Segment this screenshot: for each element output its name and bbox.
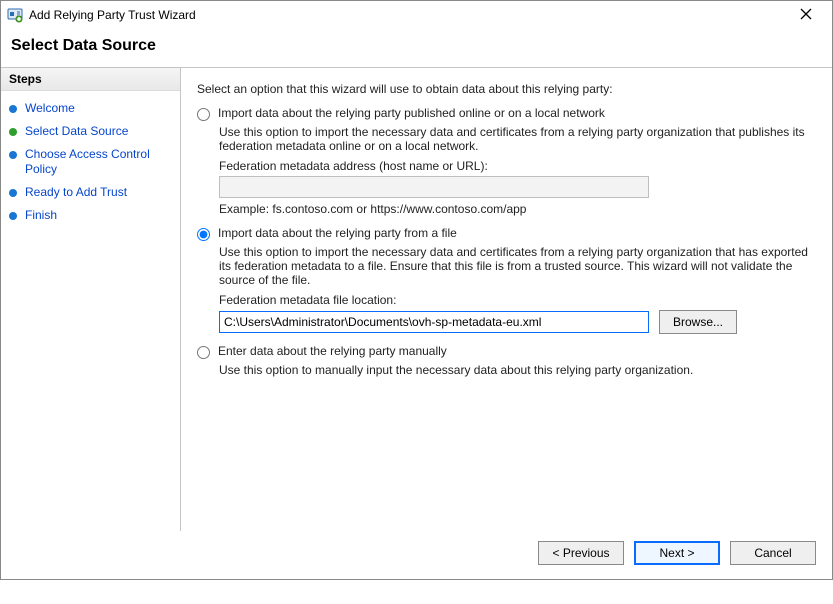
step-label: Select Data Source — [25, 124, 128, 139]
close-icon — [800, 7, 812, 23]
radio-import-file[interactable] — [197, 228, 210, 241]
option-label: Import data about the relying party from… — [218, 226, 457, 240]
page-title: Select Data Source — [11, 37, 822, 55]
step-label: Ready to Add Trust — [25, 185, 127, 200]
title-bar: Add Relying Party Trust Wizard — [1, 1, 832, 29]
option-import-file: Import data about the relying party from… — [197, 226, 816, 334]
option-manual: Enter data about the relying party manua… — [197, 344, 816, 377]
step-choose-access-control[interactable]: Choose Access Control Policy — [1, 143, 180, 181]
previous-button[interactable]: < Previous — [538, 541, 624, 565]
app-icon — [7, 7, 23, 23]
steps-list: Welcome Select Data Source Choose Access… — [1, 91, 180, 233]
window-title: Add Relying Party Trust Wizard — [29, 8, 786, 22]
bullet-icon — [9, 189, 17, 197]
option-import-online: Import data about the relying party publ… — [197, 106, 816, 216]
next-button[interactable]: Next > — [634, 541, 720, 565]
metadata-file-input[interactable] — [219, 311, 649, 333]
close-button[interactable] — [786, 3, 826, 27]
metadata-url-input — [219, 176, 649, 198]
browse-button[interactable]: Browse... — [659, 310, 737, 334]
step-label: Welcome — [25, 101, 75, 116]
bullet-icon — [9, 212, 17, 220]
bullet-icon — [9, 151, 17, 159]
option-label: Enter data about the relying party manua… — [218, 344, 447, 358]
bullet-icon — [9, 128, 17, 136]
step-ready-to-add-trust[interactable]: Ready to Add Trust — [1, 181, 180, 204]
option-label: Import data about the relying party publ… — [218, 106, 605, 120]
metadata-file-label: Federation metadata file location: — [219, 293, 816, 307]
bullet-icon — [9, 105, 17, 113]
radio-import-online[interactable] — [197, 108, 210, 121]
step-select-data-source[interactable]: Select Data Source — [1, 120, 180, 143]
step-welcome[interactable]: Welcome — [1, 97, 180, 120]
steps-panel: Steps Welcome Select Data Source Choose … — [1, 68, 181, 531]
steps-header: Steps — [1, 68, 180, 91]
cancel-button[interactable]: Cancel — [730, 541, 816, 565]
content-panel: Select an option that this wizard will u… — [181, 68, 832, 531]
option-desc: Use this option to manually input the ne… — [219, 363, 816, 377]
instruction-text: Select an option that this wizard will u… — [197, 82, 816, 96]
option-desc: Use this option to import the necessary … — [219, 245, 816, 287]
main-area: Steps Welcome Select Data Source Choose … — [1, 67, 832, 531]
step-label: Choose Access Control Policy — [25, 147, 172, 177]
radio-manual[interactable] — [197, 346, 210, 359]
option-desc: Use this option to import the necessary … — [219, 125, 816, 153]
metadata-url-label: Federation metadata address (host name o… — [219, 159, 816, 173]
wizard-header: Select Data Source — [1, 29, 832, 67]
metadata-url-example: Example: fs.contoso.com or https://www.c… — [219, 202, 816, 216]
wizard-footer: < Previous Next > Cancel — [1, 531, 832, 579]
step-label: Finish — [25, 208, 57, 223]
wizard-window: Add Relying Party Trust Wizard Select Da… — [0, 0, 833, 580]
step-finish[interactable]: Finish — [1, 204, 180, 227]
